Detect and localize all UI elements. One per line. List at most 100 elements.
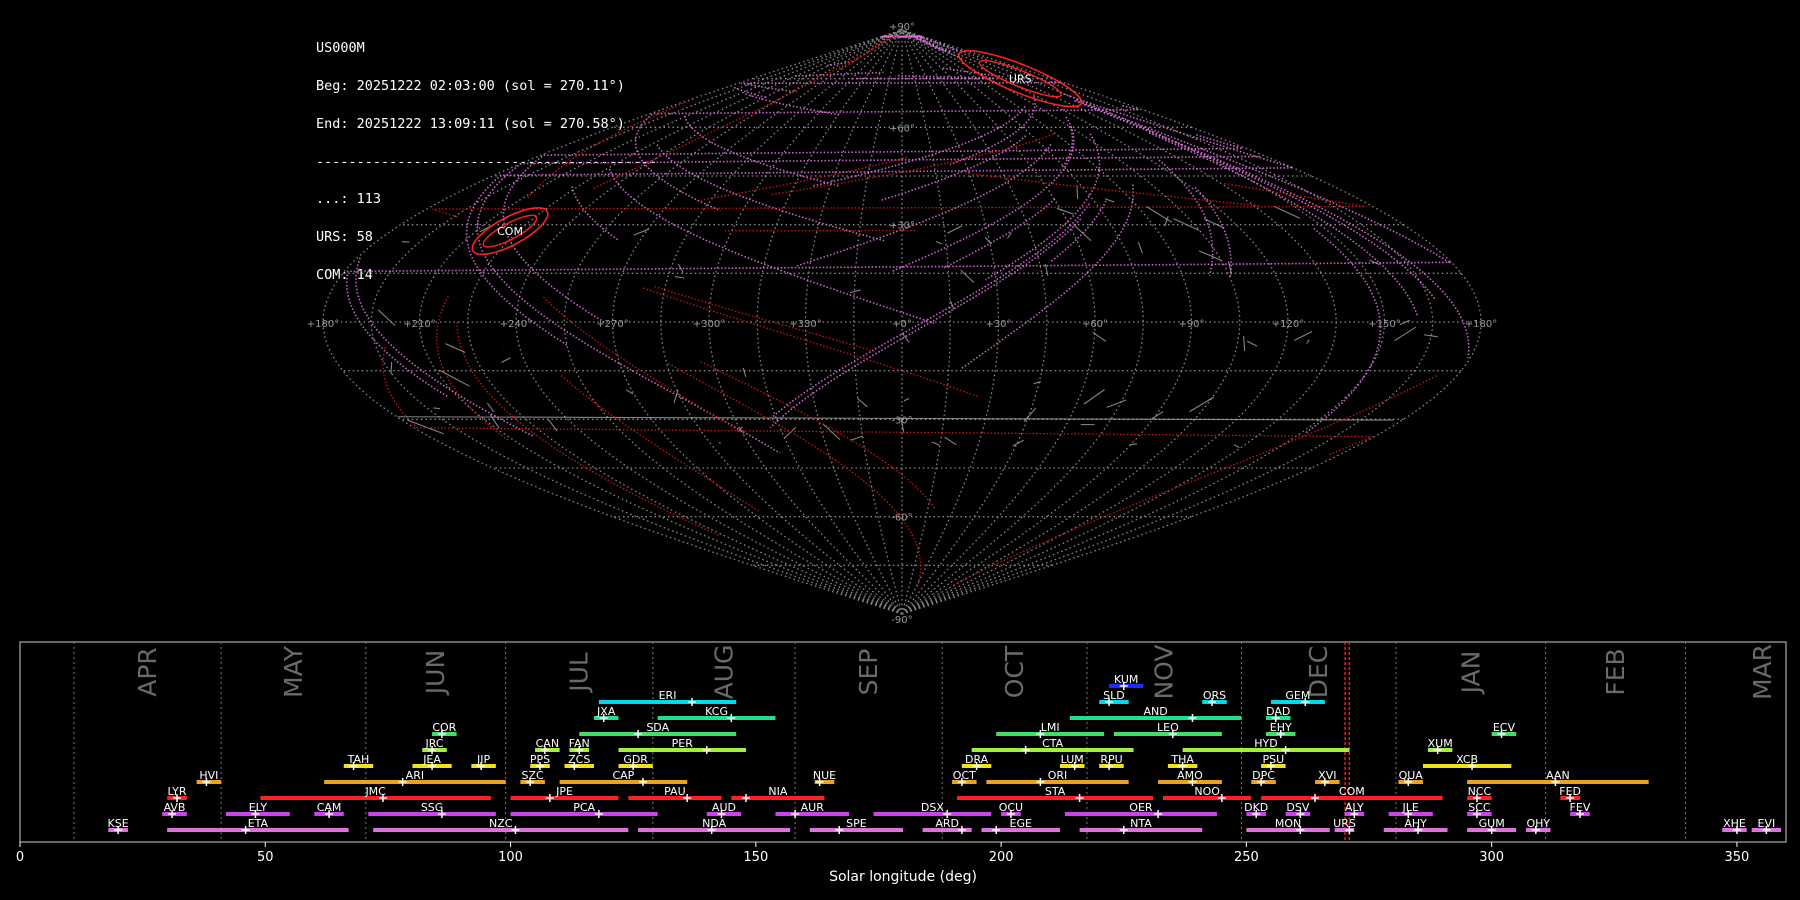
month-label: JAN	[1456, 651, 1485, 696]
shower-label: ZCS	[568, 753, 590, 766]
shower-hyd: HYD	[1182, 737, 1350, 754]
shower-label: KSE	[108, 817, 129, 830]
shower-label: AMO	[1177, 769, 1203, 782]
month-label: MAY	[279, 645, 308, 698]
month-label: NOV	[1150, 644, 1179, 699]
lon-label: +30°	[985, 319, 1011, 330]
shower-qua: QUA	[1398, 769, 1423, 786]
meteor-track	[696, 156, 910, 202]
sporadic-track	[944, 436, 957, 446]
shower-label: KCG	[705, 705, 728, 718]
shower-jrc: JRC	[422, 737, 447, 754]
shower-label: CAM	[317, 801, 342, 814]
shower-xcb: XCB	[1422, 753, 1512, 770]
lon-label: +210°	[403, 319, 435, 330]
shower-label: CAN	[536, 737, 559, 750]
shower-com: COM	[1261, 785, 1443, 802]
lon-label: +240°	[500, 319, 532, 330]
meteor-track	[560, 375, 761, 513]
shower-label: NUE	[813, 769, 836, 782]
shower-cam: CAM	[314, 801, 344, 818]
sporadic-track	[674, 276, 685, 279]
x-tick-label: 50	[257, 850, 274, 865]
shower-label: DSV	[1286, 801, 1309, 814]
month-label: JUN	[421, 650, 450, 696]
shower-label: JLE	[1402, 801, 1419, 814]
shower-label: AAN	[1546, 769, 1570, 782]
shower-label: XHE	[1723, 817, 1746, 830]
meteor-track	[700, 361, 936, 510]
shower-label: DRA	[965, 753, 989, 766]
sporadic-track	[1273, 205, 1301, 219]
shower-label: JXA	[596, 705, 616, 718]
shower-label: OCT	[953, 769, 976, 782]
shower-pca: PCA	[510, 801, 658, 818]
shower-label: HYD	[1254, 737, 1277, 750]
shower-label: NZC	[489, 817, 513, 830]
sporadic-track	[377, 309, 396, 326]
meteor-track	[1061, 125, 1074, 169]
lat-label: -60°	[891, 513, 912, 524]
shower-label: ECV	[1493, 721, 1516, 734]
shower-dra: DRA	[961, 753, 992, 770]
shower-label: JIP	[476, 753, 490, 766]
sporadic-track	[960, 269, 975, 283]
shower-label: LYR	[167, 785, 186, 798]
shower-psu: PSU	[1261, 753, 1286, 770]
shower-amo: AMO	[1158, 769, 1222, 786]
shower-label: TAH	[347, 753, 370, 766]
shower-sld: SLD	[1099, 689, 1129, 706]
sporadic-track	[935, 241, 942, 245]
sporadic-track	[903, 397, 910, 402]
timeline-frame	[19, 641, 1787, 843]
shower-label: SZC	[522, 769, 545, 782]
lat-label: -90°	[891, 615, 912, 626]
shower-label: SDA	[646, 721, 669, 734]
shower-label: OCU	[999, 801, 1023, 814]
meteor-track	[432, 182, 1367, 218]
shower-label: ARD	[935, 817, 959, 830]
shower-label: JMC	[364, 785, 386, 798]
shower-ecv: ECV	[1491, 721, 1517, 738]
shower-label: QUA	[1399, 769, 1424, 782]
meteor-track	[668, 362, 922, 587]
sporadic-track	[850, 435, 863, 441]
radiant-com: COM	[471, 207, 549, 256]
shower-oer: OER	[1064, 801, 1217, 818]
shower-label: NIA	[768, 785, 787, 798]
sporadic-track	[1306, 339, 1310, 344]
shower-ahy: AHY	[1383, 817, 1448, 834]
shower-label: ALY	[1345, 801, 1364, 814]
sporadic-track	[438, 369, 470, 387]
shower-mon: MON	[1246, 817, 1330, 834]
shower-kcg: KCG	[657, 705, 776, 722]
lon-label: +180°	[1465, 319, 1497, 330]
shower-label: SLD	[1103, 689, 1125, 702]
shower-leo: LEO	[1113, 721, 1222, 738]
meteor-track	[795, 143, 1052, 268]
meteor-track	[608, 168, 936, 325]
shower-label: NOO	[1194, 785, 1220, 798]
shower-label: LEO	[1157, 721, 1179, 734]
meteor-track	[1074, 99, 1437, 301]
shower-eri: ERI	[598, 689, 737, 706]
shower-label: FED	[1559, 785, 1581, 798]
shower-label: COM	[1339, 785, 1365, 798]
month-label: FEB	[1601, 648, 1630, 695]
shower-label: ETA	[248, 817, 269, 830]
shower-ori: ORI	[986, 769, 1129, 786]
meteor-track	[826, 60, 851, 67]
shower-label: RPU	[1100, 753, 1122, 766]
meridian-line	[901, 29, 1434, 615]
sporadic-track	[742, 367, 747, 377]
shower-label: PPS	[530, 753, 550, 766]
shower-label: JEA	[422, 753, 441, 766]
shower-sta: STA	[956, 785, 1154, 802]
sporadic-track	[678, 263, 684, 273]
meteor-track	[1148, 132, 1419, 316]
shower-ssg: SSG	[368, 801, 496, 818]
shower-xvi: XVI	[1315, 769, 1340, 786]
shower-label: PAU	[664, 785, 686, 798]
shower-radiants: URS COM	[471, 49, 1083, 256]
sporadic-track	[949, 300, 955, 310]
